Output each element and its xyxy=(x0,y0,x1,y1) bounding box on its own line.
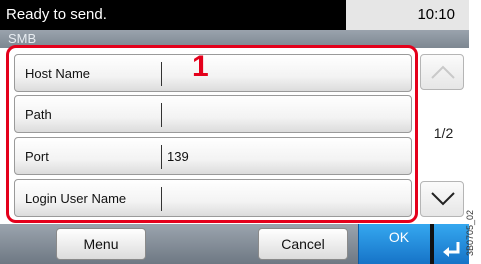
pointer-line xyxy=(430,224,434,264)
scroll-down-button[interactable] xyxy=(420,181,464,217)
status-message: Ready to send. xyxy=(0,0,346,30)
scroll-column: 1/2 xyxy=(418,48,469,224)
status-time: 10:10 xyxy=(417,6,455,23)
page-indicator: 1/2 xyxy=(433,125,454,141)
menu-button[interactable]: Menu xyxy=(56,228,146,260)
chevron-up-icon xyxy=(431,65,455,79)
figure-code-text: 3B0705_02 xyxy=(465,209,476,257)
bottom-bar: Menu Cancel OK xyxy=(0,224,469,264)
cancel-button[interactable]: Cancel xyxy=(258,228,348,260)
callout-number: 1 xyxy=(192,50,209,83)
scroll-up-button[interactable] xyxy=(420,54,464,90)
panel-screen: Ready to send. 10:10 SMB Host Name Path … xyxy=(0,0,469,264)
ok-button[interactable]: OK xyxy=(358,224,439,264)
figure-code: 3B0705_02 xyxy=(465,0,481,264)
callout-highlight-box xyxy=(6,45,418,223)
status-bar: Ready to send. 10:10 xyxy=(0,0,469,30)
chevron-down-icon xyxy=(431,192,455,206)
